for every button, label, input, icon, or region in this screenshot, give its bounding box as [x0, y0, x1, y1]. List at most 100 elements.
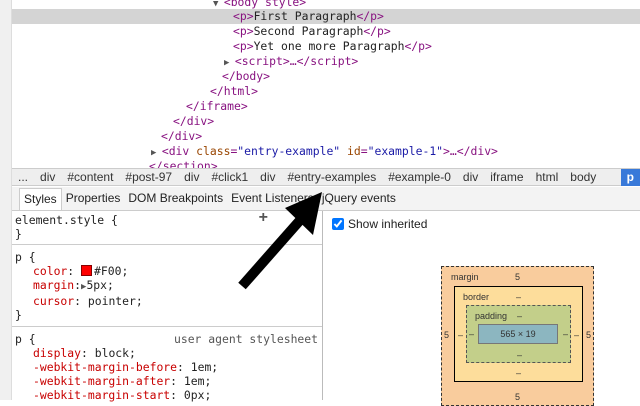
- prop-value: 1em;: [190, 360, 219, 374]
- margin-left[interactable]: 5: [444, 330, 449, 340]
- breadcrumb-item[interactable]: html: [530, 169, 565, 186]
- breadcrumb-item[interactable]: #example-0: [382, 169, 457, 186]
- prop-value: 5px;: [86, 278, 114, 292]
- element-style-rule[interactable]: element.style { } +: [12, 210, 322, 245]
- tag: <body style>: [223, 0, 307, 9]
- attr-name: id: [347, 144, 361, 158]
- dom-node-close[interactable]: </iframe>: [12, 99, 640, 114]
- prop-value: pointer;: [87, 294, 143, 308]
- brace: }: [15, 308, 22, 322]
- expand-triangle-icon[interactable]: ▶: [151, 148, 162, 158]
- margin-bottom[interactable]: 5: [515, 392, 520, 402]
- padding-bottom[interactable]: –: [517, 350, 522, 360]
- attr-value: "example-1": [367, 144, 444, 158]
- selector: element.style {: [15, 213, 118, 227]
- border-right[interactable]: –: [574, 330, 579, 340]
- padding-left[interactable]: –: [469, 329, 474, 339]
- padding-top[interactable]: –: [517, 311, 522, 321]
- dom-node-close[interactable]: </div>: [12, 114, 640, 129]
- breadcrumb-item[interactable]: div: [178, 169, 205, 186]
- prop-name: margin: [33, 278, 75, 292]
- tag: </div>: [161, 129, 203, 143]
- prop-name: -webkit-margin-after: [33, 374, 171, 388]
- brace: }: [15, 227, 22, 241]
- padding-right[interactable]: –: [563, 329, 568, 339]
- dom-node-close[interactable]: </section>: [12, 159, 640, 168]
- text: First Paragraph: [253, 9, 357, 23]
- expand-triangle-icon[interactable]: ▶: [224, 58, 235, 68]
- dom-node-p[interactable]: <p>Second Paragraph</p>: [12, 24, 640, 39]
- breadcrumb-item[interactable]: iframe: [484, 169, 529, 186]
- styles-pane: element.style { } + p { color: #F00; mar…: [12, 210, 323, 402]
- dom-node-p[interactable]: <p>Yet one more Paragraph</p>: [12, 39, 640, 54]
- prop-name: -webkit-margin-before: [33, 360, 178, 374]
- breadcrumb-item-active[interactable]: p: [620, 168, 640, 186]
- selector: p {: [15, 250, 36, 264]
- tab-dom-breakpoints[interactable]: DOM Breakpoints: [124, 188, 227, 210]
- rule-source: user agent stylesheet: [173, 332, 318, 346]
- breadcrumb-item[interactable]: #content: [61, 169, 119, 186]
- border-bottom[interactable]: –: [516, 368, 521, 378]
- dom-node-close[interactable]: </html>: [12, 84, 640, 99]
- dom-node-p-selected[interactable]: <p>First Paragraph</p>: [12, 9, 640, 24]
- tag: </p>: [404, 39, 432, 53]
- breadcrumb-item[interactable]: body: [564, 169, 602, 186]
- breadcrumb-item[interactable]: #entry-examples: [281, 169, 382, 186]
- tag: </body>: [222, 69, 271, 83]
- padding-label: padding: [475, 311, 508, 321]
- prop-value: #F00;: [94, 264, 129, 278]
- tag: </p>: [356, 9, 384, 23]
- tab-event-listeners[interactable]: Event Listeners: [227, 188, 318, 210]
- property-display[interactable]: display: block;: [15, 346, 319, 360]
- border-left[interactable]: –: [458, 330, 463, 340]
- prop-name: display: [33, 346, 82, 360]
- breadcrumb-item[interactable]: ...: [12, 169, 34, 186]
- prop-value: 1em;: [183, 374, 212, 388]
- metrics-pane: Show inherited margin 5 5 5 5 border – –…: [323, 211, 640, 406]
- property-color[interactable]: color: #F00;: [15, 264, 319, 278]
- checkbox[interactable]: [332, 218, 344, 230]
- box-model-padding: padding – – – – 565 × 19: [466, 305, 571, 363]
- tab-styles[interactable]: Styles: [19, 188, 62, 210]
- tab-jquery-events[interactable]: jQuery events: [318, 188, 400, 210]
- prop-value: block;: [94, 346, 136, 360]
- breadcrumb-item[interactable]: #click1: [205, 169, 254, 186]
- box-model-content[interactable]: 565 × 19: [478, 324, 558, 344]
- tag: </p>: [363, 24, 391, 38]
- expand-triangle-icon[interactable]: ▼: [213, 0, 224, 9]
- dom-node-div[interactable]: ▶ <div class="entry-example" id="example…: [12, 144, 640, 159]
- property-margin[interactable]: margin:▶5px;: [15, 278, 319, 294]
- text: Second Paragraph: [253, 24, 364, 38]
- margin-top[interactable]: 5: [515, 272, 520, 282]
- breadcrumb-item[interactable]: div: [34, 169, 61, 186]
- property-margin-after[interactable]: -webkit-margin-after: 1em;: [15, 374, 319, 388]
- tag: </div>: [173, 114, 215, 128]
- prop-name: color: [33, 264, 68, 278]
- show-inherited-checkbox[interactable]: Show inherited: [332, 217, 427, 231]
- border-top[interactable]: –: [516, 292, 521, 302]
- margin-label: margin: [451, 272, 479, 282]
- dom-node-close[interactable]: </div>: [12, 129, 640, 144]
- margin-right[interactable]: 5: [586, 330, 591, 340]
- tag: >…</div>: [443, 144, 498, 158]
- tag: </html>: [210, 84, 259, 98]
- breadcrumb-item[interactable]: div: [457, 169, 484, 186]
- box-model-border: border – – – – padding – – – – 565 × 19: [454, 286, 583, 382]
- box-model-margin: margin 5 5 5 5 border – – – – padding – …: [441, 266, 594, 406]
- tag: <p>: [233, 24, 254, 38]
- style-rule-p[interactable]: p { color: #F00; margin:▶5px; cursor: po…: [12, 245, 322, 327]
- border-label: border: [463, 292, 490, 302]
- dom-node-script[interactable]: ▶ <script>…</script>: [12, 54, 640, 69]
- tab-properties[interactable]: Properties: [62, 188, 125, 210]
- breadcrumb-item[interactable]: #post-97: [119, 169, 178, 186]
- style-rule-p-user-agent[interactable]: p { user agent stylesheet display: block…: [12, 327, 322, 404]
- color-swatch[interactable]: [81, 265, 93, 276]
- dom-node-close[interactable]: </body>: [12, 69, 640, 84]
- add-rule-button[interactable]: +: [259, 210, 268, 226]
- property-cursor[interactable]: cursor: pointer;: [15, 294, 319, 308]
- dom-tree[interactable]: ▼ <body style> <p>First Paragraph</p> <p…: [12, 0, 640, 168]
- tag: </section>: [149, 159, 218, 168]
- breadcrumb-item[interactable]: div: [254, 169, 281, 186]
- tag: <div: [161, 144, 197, 158]
- property-margin-before[interactable]: -webkit-margin-before: 1em;: [15, 360, 319, 374]
